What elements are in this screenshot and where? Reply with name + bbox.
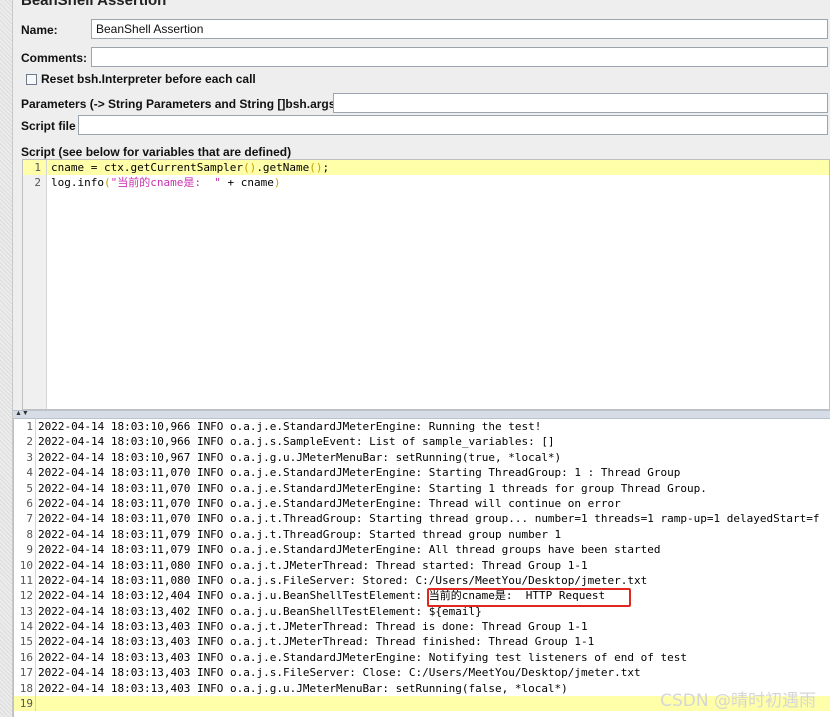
- code-token: ;: [322, 161, 330, 174]
- reset-interpreter-row[interactable]: Reset bsh.Interpreter before each call: [26, 72, 256, 86]
- annotation-highlight-box: [427, 588, 631, 607]
- script-editor[interactable]: 1 cname = ctx.getCurrentSampler().getNam…: [22, 159, 830, 410]
- comments-field[interactable]: [91, 47, 828, 67]
- comments-label: Comments:: [21, 51, 88, 65]
- log-line-text: 2022-04-14 18:03:11,079 INFO o.a.j.t.Thr…: [38, 527, 562, 541]
- log-line-number: 11: [14, 572, 36, 589]
- script-line[interactable]: 1 cname = ctx.getCurrentSampler().getNam…: [23, 160, 829, 175]
- log-line-number: 7: [14, 511, 36, 527]
- log-line-text: 2022-04-14 18:03:11,070 INFO o.a.j.e.Sta…: [38, 496, 621, 510]
- code-token: ): [273, 176, 281, 189]
- log-line-number: 12: [14, 588, 36, 604]
- log-line-number: 4: [14, 465, 36, 481]
- log-line-number: 1: [14, 419, 36, 435]
- reset-interpreter-checkbox[interactable]: [26, 73, 37, 85]
- log-splitter[interactable]: ▲▼: [13, 410, 830, 419]
- log-line-number: 5: [14, 480, 36, 496]
- log-line-number: 14: [14, 619, 36, 635]
- log-line-number: 18: [14, 680, 36, 697]
- log-line-text: 2022-04-14 18:03:13,403 INFO o.a.j.s.Fil…: [38, 666, 641, 680]
- name-field[interactable]: BeanShell Assertion: [91, 19, 828, 39]
- log-line-text: 2022-04-14 18:03:11,079 INFO o.a.j.e.Sta…: [38, 543, 661, 557]
- log-line[interactable]: 16 2022-04-14 18:03:13,403 INFO o.a.j.e.S…: [14, 649, 830, 666]
- log-line-number: 10: [14, 557, 36, 573]
- log-line[interactable]: 10 2022-04-14 18:03:11,080 INFO o.a.j.t.J…: [14, 557, 830, 573]
- code-token: + cname: [220, 176, 274, 189]
- code-token: "当前的cname是: ": [110, 176, 221, 189]
- script-gutter: [23, 190, 47, 409]
- log-line[interactable]: 4 2022-04-14 18:03:11,070 INFO o.a.j.e.St…: [14, 465, 830, 481]
- log-line-text: 2022-04-14 18:03:11,080 INFO o.a.j.t.JMe…: [38, 558, 588, 572]
- log-line-text: 2022-04-14 18:03:13,403 INFO o.a.j.e.Sta…: [38, 650, 688, 664]
- log-line[interactable]: 9 2022-04-14 18:03:11,079 INFO o.a.j.e.St…: [14, 542, 830, 558]
- log-line-number: 9: [14, 542, 36, 558]
- log-line[interactable]: 12 2022-04-14 18:03:12,404 INFO o.a.j.u.B…: [14, 588, 830, 604]
- collapse-arrows-icon[interactable]: ▲▼: [15, 410, 29, 418]
- watermark: CSDN @晴时初遇雨: [660, 691, 816, 711]
- script-line[interactable]: 2 log.info("当前的cname是: " + cname): [23, 175, 829, 190]
- log-line-text: 2022-04-14 18:03:11,070 INFO o.a.j.e.Sta…: [38, 466, 681, 480]
- log-line-number: 15: [14, 634, 36, 650]
- line-number: 2: [23, 175, 47, 190]
- log-line[interactable]: 5 2022-04-14 18:03:11,070 INFO o.a.j.e.St…: [14, 480, 830, 496]
- log-line-number: 3: [14, 449, 36, 466]
- code-token: (: [103, 176, 111, 189]
- code-token: log.info: [51, 176, 104, 189]
- code-token: .getName: [256, 161, 310, 174]
- log-line-number: 8: [14, 526, 36, 543]
- log-line-number: 2: [14, 434, 36, 450]
- parameters-field[interactable]: [333, 93, 828, 113]
- log-viewer[interactable]: 1 2022-04-14 18:03:10,966 INFO o.a.j.e.St…: [13, 419, 830, 717]
- log-line-text: 2022-04-14 18:03:10,967 INFO o.a.j.g.u.J…: [38, 450, 562, 464]
- log-line-text: 2022-04-14 18:03:13,403 INFO o.a.j.t.JMe…: [38, 635, 595, 649]
- code-token: (): [309, 161, 323, 174]
- log-line[interactable]: 17 2022-04-14 18:03:13,403 INFO o.a.j.s.F…: [14, 665, 830, 681]
- log-line[interactable]: 8 2022-04-14 18:03:11,079 INFO o.a.j.t.Th…: [14, 526, 830, 543]
- beanshell-assertion-window: BeanShell Assertion Name: BeanShell Asse…: [0, 0, 830, 717]
- log-line-number: 19: [14, 696, 36, 712]
- log-line[interactable]: 14 2022-04-14 18:03:13,403 INFO o.a.j.t.J…: [14, 619, 830, 635]
- line-number: 1: [23, 160, 47, 175]
- log-line[interactable]: 11 2022-04-14 18:03:11,080 INFO o.a.j.s.F…: [14, 572, 830, 589]
- code-token: cname = ctx.getCurrentSampler: [51, 161, 244, 174]
- log-line[interactable]: 13 2022-04-14 18:03:13,402 INFO o.a.j.u.B…: [14, 603, 830, 620]
- script-file-field[interactable]: [78, 115, 828, 135]
- log-line-text: 2022-04-14 18:03:10,966 INFO o.a.j.s.Sam…: [38, 435, 555, 449]
- name-label: Name:: [21, 23, 58, 37]
- log-line-number: 13: [14, 603, 36, 620]
- panel-title: BeanShell Assertion: [21, 0, 167, 9]
- log-line-text: 2022-04-14 18:03:13,403 INFO o.a.j.t.JMe…: [38, 620, 588, 634]
- log-line-text: 2022-04-14 18:03:13,402 INFO o.a.j.u.Bea…: [38, 604, 482, 618]
- log-line[interactable]: 7 2022-04-14 18:03:11,070 INFO o.a.j.t.Th…: [14, 511, 830, 527]
- log-line-text: 2022-04-14 18:03:11,070 INFO o.a.j.t.Thr…: [38, 512, 820, 526]
- code-token: (): [243, 161, 257, 174]
- script-label: Script (see below for variables that are…: [21, 145, 292, 159]
- log-line-number: 16: [14, 649, 36, 666]
- code-text: log.info("当前的cname是: " + cname): [47, 175, 280, 190]
- log-line[interactable]: 2 2022-04-14 18:03:10,966 INFO o.a.j.s.Sa…: [14, 434, 830, 450]
- assertion-config-panel: BeanShell Assertion Name: BeanShell Asse…: [13, 0, 830, 410]
- parameters-label: Parameters (-> String Parameters and Str…: [21, 97, 340, 111]
- log-line-text: 2022-04-14 18:03:10,966 INFO o.a.j.e.Sta…: [38, 420, 542, 433]
- log-line-text: 2022-04-14 18:03:11,070 INFO o.a.j.e.Sta…: [38, 481, 707, 495]
- log-line[interactable]: 3 2022-04-14 18:03:10,967 INFO o.a.j.g.u.…: [14, 449, 830, 466]
- log-line-number: 17: [14, 665, 36, 681]
- script-file-label: Script file: [21, 119, 76, 133]
- log-line-number: 6: [14, 495, 36, 512]
- log-line-text: 2022-04-14 18:03:13,403 INFO o.a.j.g.u.J…: [38, 681, 568, 695]
- log-line[interactable]: 6 2022-04-14 18:03:11,070 INFO o.a.j.e.St…: [14, 495, 830, 512]
- log-line-text: [36, 696, 38, 711]
- tree-splitter-edge[interactable]: [0, 0, 13, 717]
- log-line[interactable]: 15 2022-04-14 18:03:13,403 INFO o.a.j.t.J…: [14, 634, 830, 650]
- reset-interpreter-label: Reset bsh.Interpreter before each call: [41, 72, 256, 86]
- log-line-text: 2022-04-14 18:03:11,080 INFO o.a.j.s.Fil…: [38, 573, 648, 587]
- code-text: cname = ctx.getCurrentSampler().getName(…: [47, 160, 329, 175]
- log-line[interactable]: 1 2022-04-14 18:03:10,966 INFO o.a.j.e.St…: [14, 419, 830, 435]
